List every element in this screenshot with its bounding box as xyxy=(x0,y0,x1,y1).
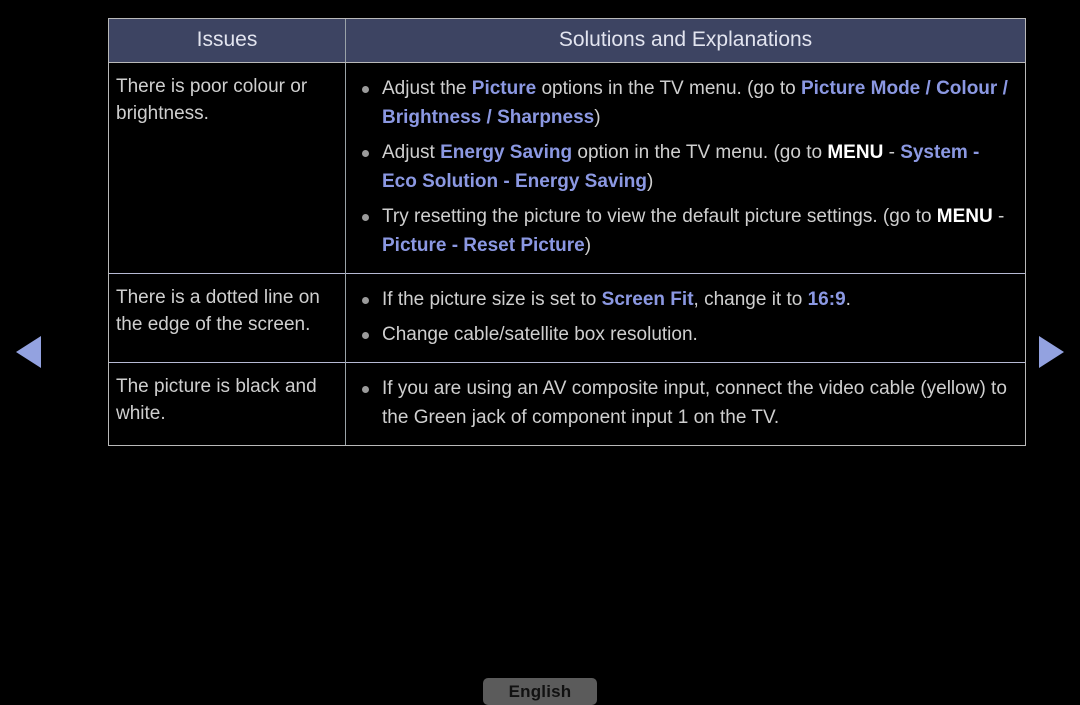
solution-cell: Adjust the Picture options in the TV men… xyxy=(345,62,1025,274)
language-button[interactable]: English xyxy=(483,678,597,705)
menu-key-text: MENU xyxy=(827,142,884,163)
solution-text: - xyxy=(883,142,901,163)
solution-text: . xyxy=(845,289,851,310)
menu-path-text: Screen Fit xyxy=(601,289,694,310)
issue-text-line: There is a dotted line on xyxy=(116,287,320,308)
solution-item-av-composite: If you are using an AV composite input, … xyxy=(356,371,1017,435)
solution-cell: If you are using an AV composite input, … xyxy=(345,362,1025,445)
menu-path-text: Picture xyxy=(471,78,537,99)
solution-text: Adjust the xyxy=(382,78,472,99)
column-header-issues: Issues xyxy=(109,19,346,63)
issue-text-line: white. xyxy=(116,403,166,424)
solution-text: Adjust xyxy=(382,142,441,163)
solution-cell: If the picture size is set to Screen Fit… xyxy=(345,273,1025,363)
menu-key-text: MENU xyxy=(936,206,993,227)
issue-cell: There is a dotted line on the edge of the… xyxy=(109,273,346,363)
table-body: There is poor colour or brightness. Adjust… xyxy=(109,62,1025,445)
solution-item-picture-options: Adjust the Picture options in the TV men… xyxy=(356,71,1017,135)
solution-text: , change it to xyxy=(693,289,808,310)
solution-text: ) xyxy=(646,171,654,192)
solution-text: Try resetting the picture to view the de… xyxy=(382,206,937,227)
column-header-solutions: Solutions and Explanations xyxy=(345,19,1025,63)
menu-path-text: Picture - Reset Picture xyxy=(382,235,585,256)
solution-list: If the picture size is set to Screen Fit… xyxy=(356,282,1017,352)
table-row: There is a dotted line on the edge of the… xyxy=(109,273,1025,363)
menu-path-text: Energy Saving xyxy=(440,142,573,163)
solution-text: options in the TV menu. (go to xyxy=(536,78,801,99)
issue-text-line: There is poor colour or xyxy=(116,76,308,97)
table-header-row: Issues Solutions and Explanations xyxy=(109,19,1025,63)
table: Issues Solutions and Explanations There … xyxy=(109,19,1025,445)
table-header: Issues Solutions and Explanations xyxy=(109,19,1025,63)
issue-cell: There is poor colour or brightness. xyxy=(109,62,346,274)
solution-item-energy-saving: Adjust Energy Saving option in the TV me… xyxy=(356,135,1017,199)
triangle-left-icon[interactable] xyxy=(16,336,41,368)
issue-text-line: the edge of the screen. xyxy=(116,314,311,335)
solution-text: Change cable/satellite box resolution. xyxy=(382,324,698,345)
solution-text: If you are using an AV composite input, … xyxy=(382,378,1007,428)
issue-text-line: The picture is black and xyxy=(116,376,317,397)
troubleshooting-table: Issues Solutions and Explanations There … xyxy=(108,18,1026,446)
solution-text: option in the TV menu. (go to xyxy=(572,142,828,163)
table-row: There is poor colour or brightness. Adjust… xyxy=(109,62,1025,274)
solution-text: ) xyxy=(584,235,592,256)
solution-item-reset-picture: Try resetting the picture to view the de… xyxy=(356,199,1017,263)
solution-list: Adjust the Picture options in the TV men… xyxy=(356,71,1017,263)
triangle-right-icon[interactable] xyxy=(1039,336,1064,368)
solution-text: ) xyxy=(594,107,601,128)
solution-item-box-resolution: Change cable/satellite box resolution. xyxy=(356,317,1017,352)
issue-text-line: brightness. xyxy=(116,103,209,124)
table-row: The picture is black and white. If you are… xyxy=(109,362,1025,445)
menu-path-text: 16:9 xyxy=(807,289,846,310)
issue-cell: The picture is black and white. xyxy=(109,362,346,445)
solution-list: If you are using an AV composite input, … xyxy=(356,371,1017,435)
solution-text: - xyxy=(992,206,1005,227)
solution-text: If the picture size is set to xyxy=(382,289,602,310)
solution-item-screen-fit: If the picture size is set to Screen Fit… xyxy=(356,282,1017,317)
